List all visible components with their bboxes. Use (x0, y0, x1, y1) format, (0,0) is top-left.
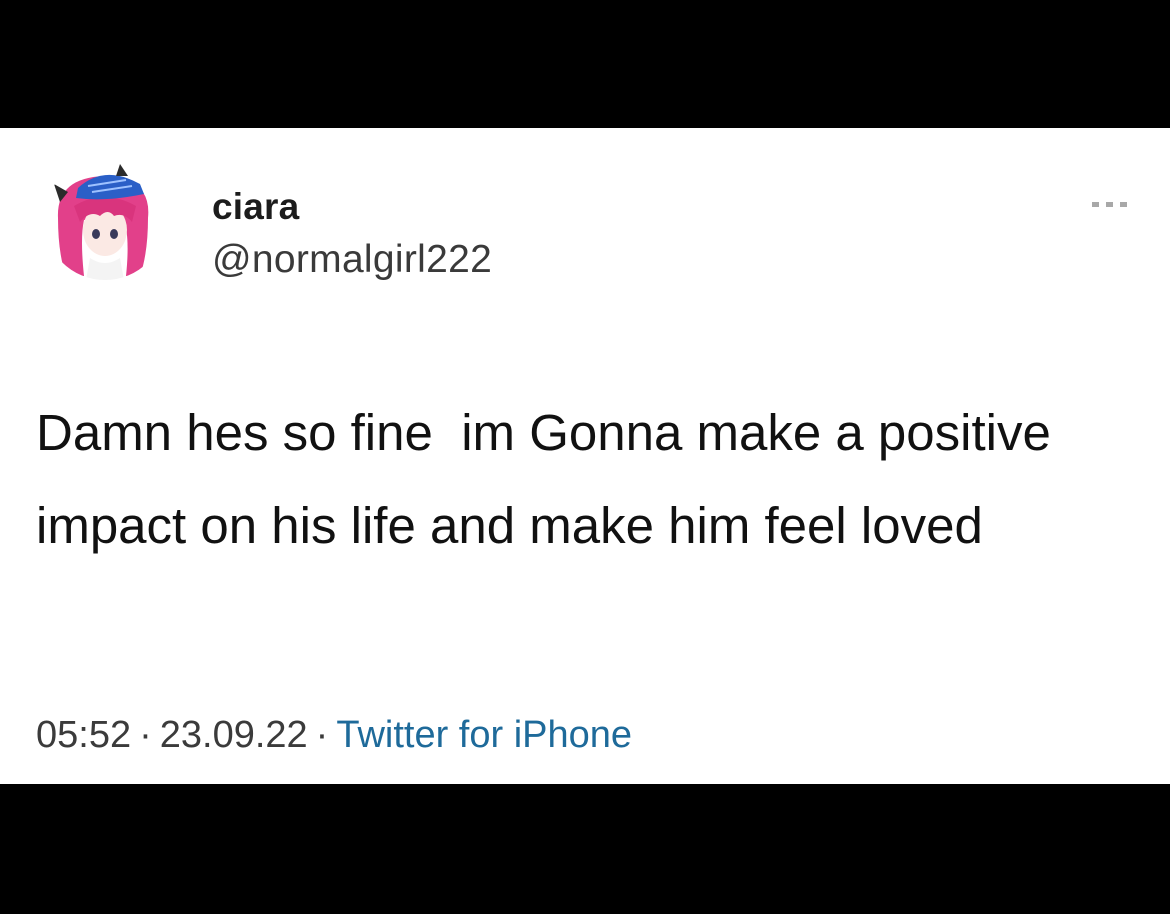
separator: · (139, 714, 152, 756)
more-options-icon[interactable] (1090, 198, 1130, 212)
tweet-source-link[interactable]: Twitter for iPhone (336, 714, 632, 756)
tweet-date: 23.09.22 (159, 714, 308, 756)
tweet-metadata: 05:52 · 23.09.22 · Twitter for iPhone (36, 714, 632, 757)
screenshot-frame: ciara @normalgirl222 Damn hes so fine im… (0, 0, 1170, 914)
tweet-card: ciara @normalgirl222 Damn hes so fine im… (0, 128, 1170, 784)
user-handle[interactable]: @normalgirl222 (212, 238, 492, 282)
avatar[interactable] (44, 158, 166, 280)
tweet-time: 05:52 (36, 714, 132, 756)
display-name[interactable]: ciara (212, 186, 299, 228)
separator: · (315, 714, 329, 756)
anime-girl-avatar-icon (44, 158, 166, 280)
tweet-text: Damn hes so fine im Gonna make a positiv… (36, 404, 1065, 554)
